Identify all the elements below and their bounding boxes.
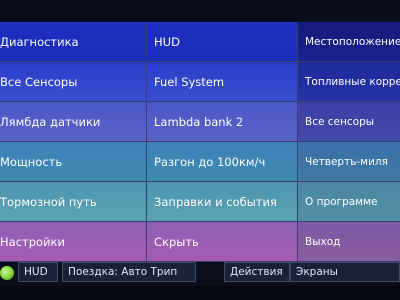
menu-item-lambda-bank-2[interactable]: Lambda bank 2 [147,102,298,142]
menu-item-fuel-trims[interactable]: Топливные корре [298,62,400,102]
connection-status-icon [0,266,14,280]
hud-button[interactable]: HUD [18,262,58,282]
app-screen: Диагностика Все Сенсоры Лямбда датчики М… [0,0,400,300]
menu-item-label: HUD [154,34,180,49]
menu-item-label: Все сенсоры [305,115,375,128]
menu-item-exit[interactable]: Выход [298,222,400,262]
menu-item-label: Лямбда датчики [0,114,101,129]
menu-item-label: Fuel System [154,74,225,89]
status-bar: HUD Поездка: Авто Трип Действия Экраны [0,262,400,286]
actions-button-label: Действия [230,266,283,278]
menu-item-all-sensors[interactable]: Все Сенсоры [0,62,147,102]
menu-item-label: О программе [305,195,378,208]
hud-button-label: HUD [24,266,48,278]
menu-item-hide[interactable]: Скрыть [147,222,298,262]
menu-item-settings[interactable]: Настройки [0,222,147,262]
menu-item-label: Топливные корре [305,75,400,88]
trip-selector-label: Поездка: Авто Трип [68,266,178,278]
menu-item-label: Выход [305,235,341,248]
menu-item-location[interactable]: Местоположение [298,22,400,62]
bottom-bezel [0,286,400,300]
actions-button[interactable]: Действия [224,262,290,282]
menu-item-label: Разгон до 100км/ч [154,154,266,169]
menu-item-lambda-sensors[interactable]: Лямбда датчики [0,102,147,142]
menu-item-quarter-mile[interactable]: Четверть-миля [298,142,400,182]
menu-item-hud[interactable]: HUD [147,22,298,62]
menu-item-label: Местоположение [305,35,400,48]
trip-selector[interactable]: Поездка: Авто Трип [62,262,196,282]
menu-item-label: Диагностика [0,34,79,49]
menu-item-braking-distance[interactable]: Тормозной путь [0,182,147,222]
menu-item-refuels-and-events[interactable]: Заправки и события [147,182,298,222]
menu-item-label: Настройки [0,234,65,249]
menu-grid: Диагностика Все Сенсоры Лямбда датчики М… [0,22,400,262]
menu-item-label: Скрыть [154,234,199,249]
menu-item-label: Lambda bank 2 [154,114,244,129]
menu-item-label: Все Сенсоры [0,74,78,89]
menu-item-power[interactable]: Мощность [0,142,147,182]
screens-button-label: Экраны [296,266,338,278]
menu-item-all-sensors-2[interactable]: Все сенсоры [298,102,400,142]
menu-item-diagnostics[interactable]: Диагностика [0,22,147,62]
menu-item-label: Четверть-миля [305,155,388,168]
menu-item-label: Заправки и события [154,194,277,209]
menu-item-acceleration-0-100[interactable]: Разгон до 100км/ч [147,142,298,182]
menu-item-label: Тормозной путь [0,194,97,209]
menu-item-about[interactable]: О программе [298,182,400,222]
screens-button[interactable]: Экраны [290,262,400,282]
menu-item-label: Мощность [0,154,63,169]
menu-item-fuel-system[interactable]: Fuel System [147,62,298,102]
